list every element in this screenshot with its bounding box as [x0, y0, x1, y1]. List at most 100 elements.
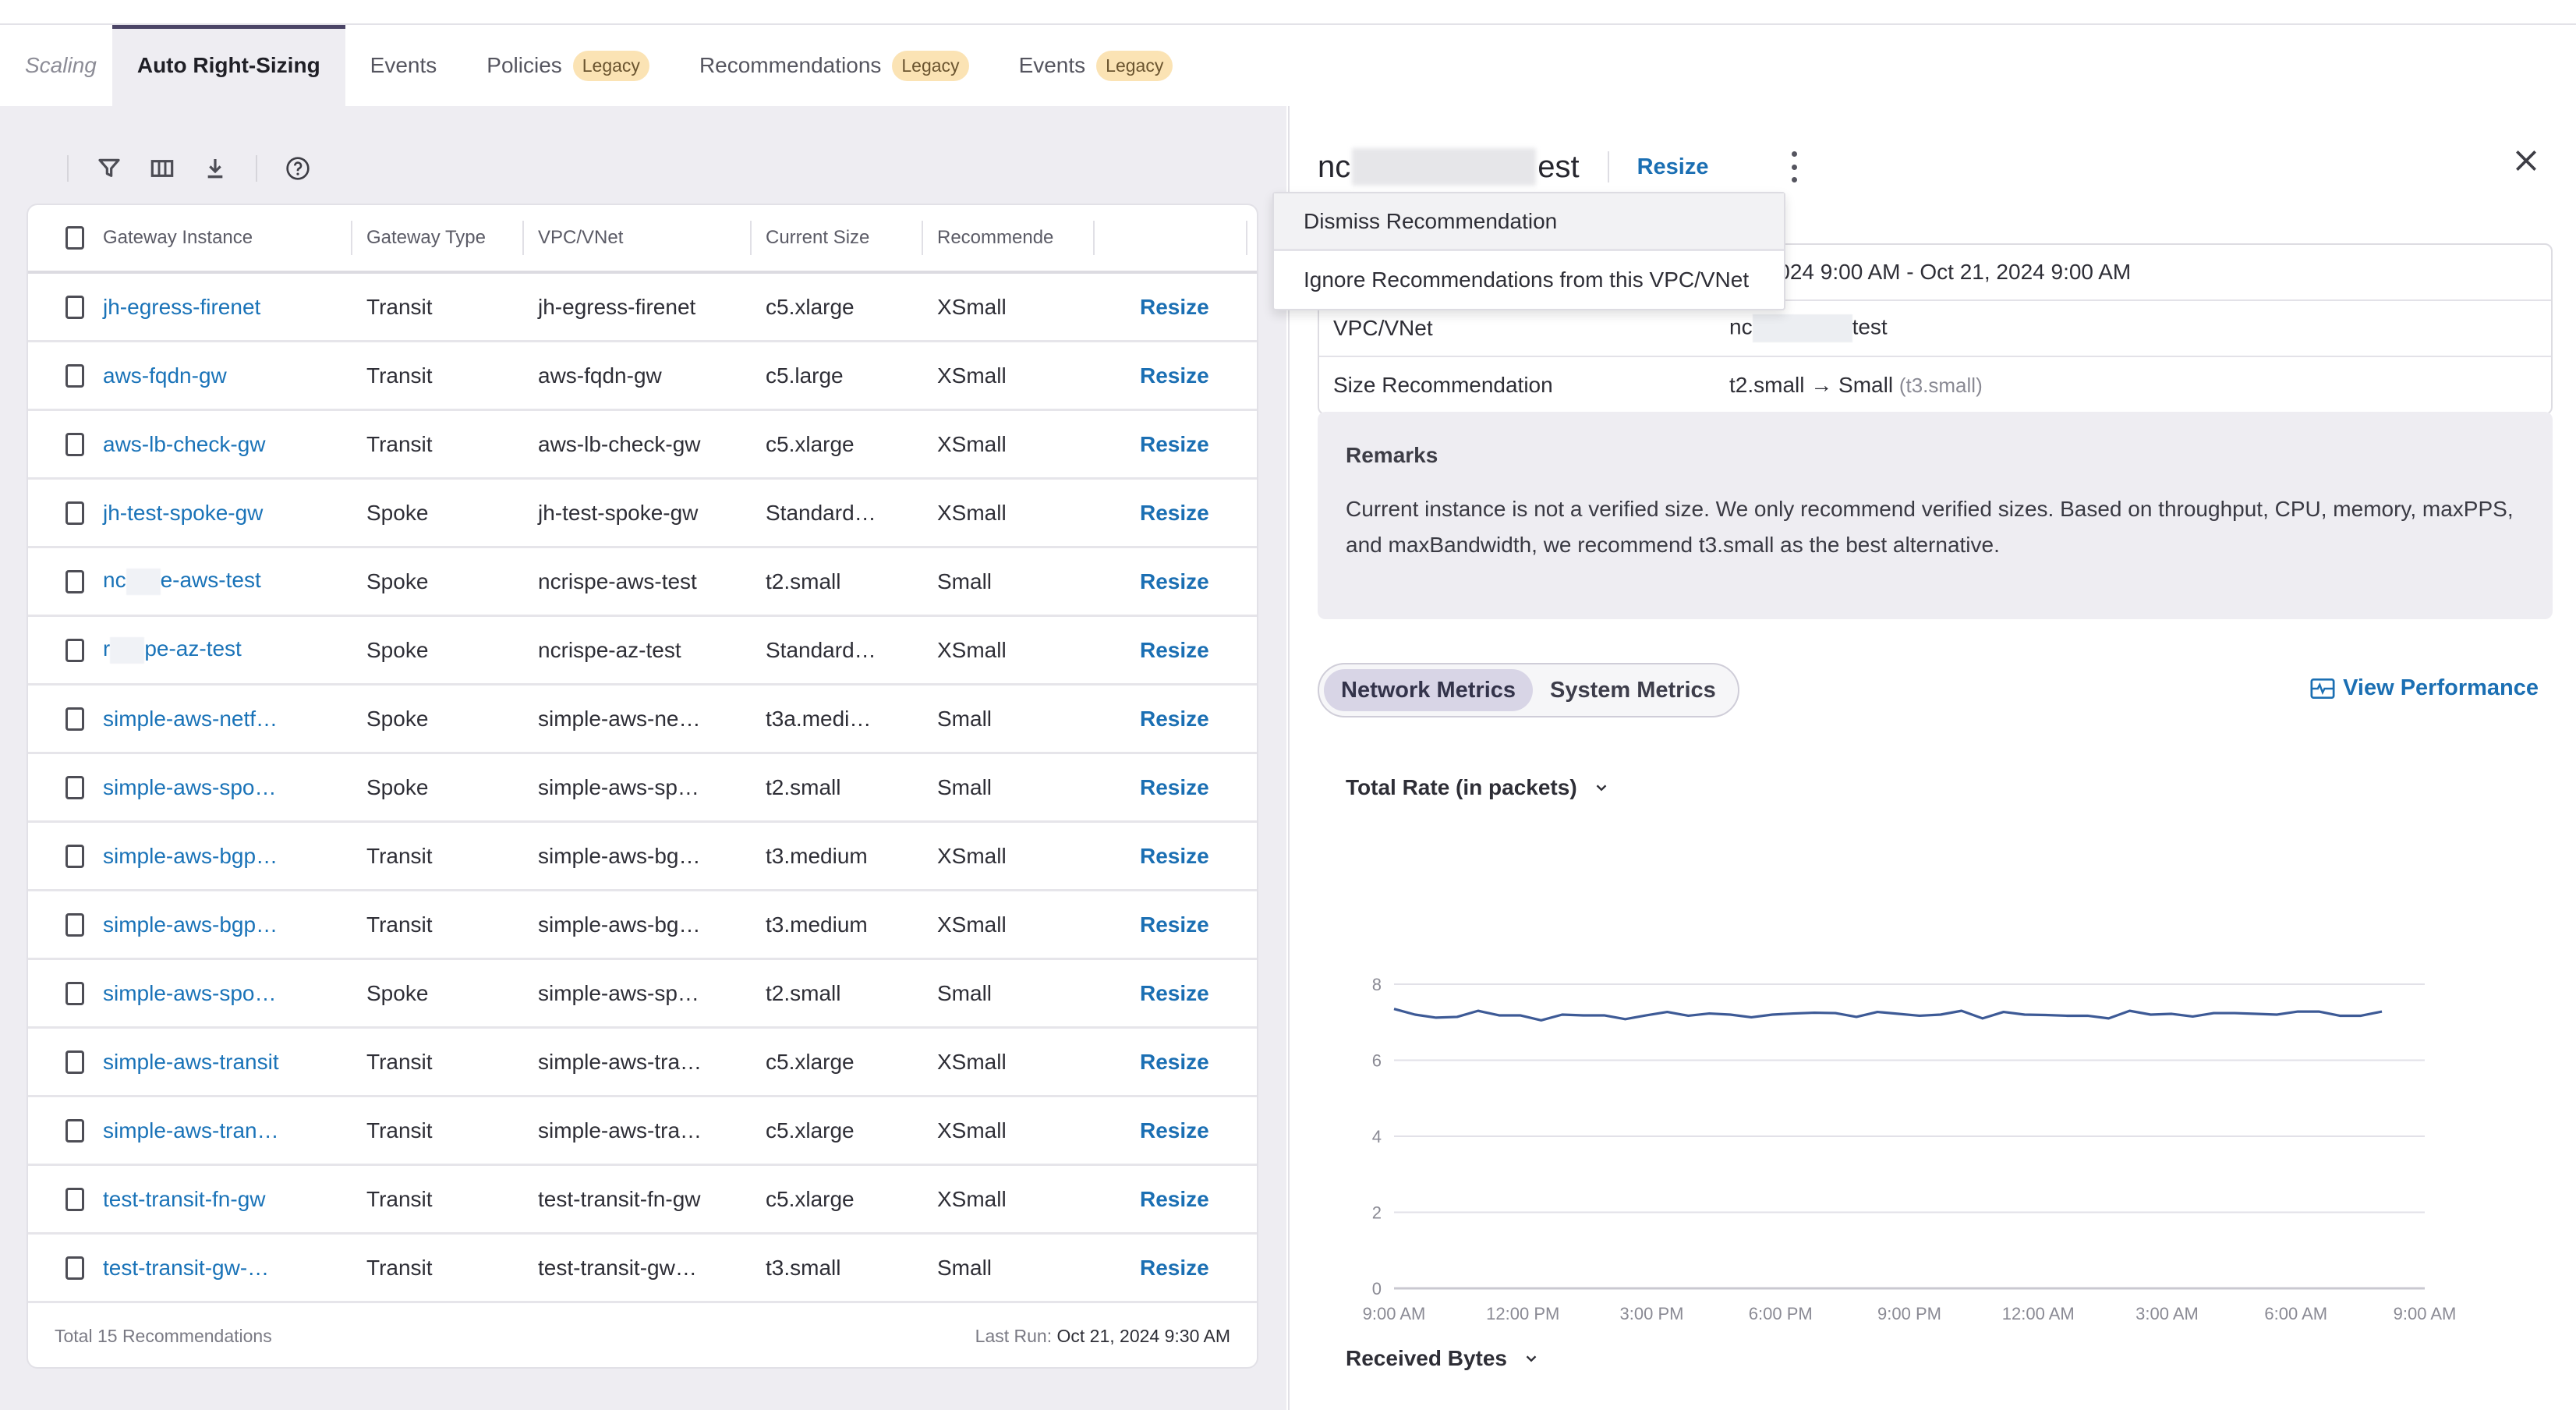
tab-recommendations-legacy[interactable]: Recommendations Legacy — [674, 25, 994, 106]
filter-icon — [98, 158, 120, 177]
row-checkbox[interactable] — [65, 638, 84, 662]
tab-bar: Scaling Auto Right-Sizing Events Policie… — [0, 25, 2576, 106]
gateway-type-cell: Transit — [366, 1186, 433, 1211]
row-checkbox[interactable] — [65, 844, 84, 868]
gateway-instance-link[interactable]: simple-aws-bgp… — [103, 912, 278, 937]
current-size-cell: c5.xlarge — [766, 1049, 855, 1074]
recommended-size-cell: XSmall — [937, 1118, 1007, 1143]
dismiss-recommendation-item[interactable]: Dismiss Recommendation — [1274, 193, 1784, 251]
gateway-type-cell: Transit — [366, 1118, 433, 1143]
help-button[interactable] — [281, 151, 315, 186]
vpc-cell: simple-aws-ne… — [538, 706, 701, 731]
resize-button[interactable]: Resize — [1140, 501, 1209, 525]
resize-button[interactable]: Resize — [1140, 775, 1209, 799]
current-size-cell: t3a.medi… — [766, 706, 872, 731]
table-footer: Total 15 Recommendations Last Run: Oct 2… — [28, 1303, 1257, 1367]
current-size-cell: t3.small — [766, 1255, 841, 1280]
column-header-gateway-instance[interactable]: Gateway Instance — [103, 221, 352, 255]
tab-policies-legacy[interactable]: Policies Legacy — [462, 25, 674, 106]
received-bytes-dropdown[interactable]: Received Bytes — [1346, 1346, 1540, 1371]
column-header-vpc-vnet[interactable]: VPC/VNet — [524, 221, 752, 255]
gateway-instance-link[interactable]: simple-aws-tran… — [103, 1118, 279, 1143]
x-tick-label: 6:00 AM — [2264, 1304, 2327, 1323]
gateway-instance-link[interactable]: jh-egress-firenet — [103, 295, 260, 319]
gateway-instance-link[interactable]: simple-aws-spo… — [103, 981, 277, 1005]
gateway-instance-link[interactable]: nc e-aws-test — [103, 568, 261, 595]
column-divider[interactable] — [1246, 221, 1247, 255]
gateway-instance-link[interactable]: simple-aws-bgp… — [103, 844, 278, 868]
resize-button[interactable]: Resize — [1140, 432, 1209, 456]
row-checkbox[interactable] — [65, 707, 84, 731]
row-checkbox[interactable] — [65, 1256, 84, 1280]
row-checkbox[interactable] — [65, 501, 84, 525]
gateway-instance-link[interactable]: jh-test-spoke-gw — [103, 501, 263, 525]
x-tick-label: 12:00 PM — [1486, 1304, 1559, 1323]
gateway-instance-link[interactable]: aws-fqdn-gw — [103, 363, 227, 388]
ignore-vpc-recommendations-item[interactable]: Ignore Recommendations from this VPC/VNe… — [1274, 251, 1784, 309]
resize-button[interactable]: Resize — [1140, 1256, 1209, 1280]
current-size-cell: c5.xlarge — [766, 1118, 855, 1143]
row-checkbox[interactable] — [65, 569, 84, 593]
column-header-recommended[interactable]: Recommende — [923, 221, 1095, 255]
select-all-checkbox[interactable] — [65, 226, 84, 250]
resize-button[interactable]: Resize — [1637, 154, 1709, 180]
gateway-instance-link[interactable]: test-transit-fn-gw — [103, 1187, 266, 1211]
table-row: simple-aws-spo… Spoke simple-aws-sp… t2.sma… — [28, 960, 1257, 1029]
kebab-dot — [1792, 151, 1797, 157]
row-checkbox[interactable] — [65, 363, 84, 388]
view-performance-link[interactable]: View Performance — [2310, 675, 2539, 701]
resize-button[interactable]: Resize — [1140, 363, 1209, 388]
gateway-instance-link[interactable]: r pe-az-test — [103, 636, 242, 664]
resize-button[interactable]: Resize — [1140, 295, 1209, 319]
gateway-type-cell: Transit — [366, 1255, 433, 1280]
total-rate-dropdown[interactable]: Total Rate (in packets) — [1346, 775, 1610, 800]
close-icon[interactable] — [2511, 145, 2542, 176]
resize-button[interactable]: Resize — [1140, 1187, 1209, 1211]
gateway-instance-link[interactable]: aws-lb-check-gw — [103, 432, 266, 456]
resize-button[interactable]: Resize — [1140, 1050, 1209, 1074]
kebab-dot — [1792, 164, 1797, 170]
recommended-size-cell: XSmall — [937, 294, 1007, 319]
row-checkbox[interactable] — [65, 432, 84, 456]
resize-button[interactable]: Resize — [1140, 912, 1209, 937]
gateway-instance-link[interactable]: simple-aws-transit — [103, 1050, 279, 1074]
tab-events[interactable]: Events — [345, 25, 462, 106]
resize-button[interactable]: Resize — [1140, 844, 1209, 868]
vpc-cell: test-transit-fn-gw — [538, 1186, 701, 1211]
redacted-text — [110, 636, 145, 664]
row-checkbox[interactable] — [65, 1187, 84, 1211]
vpc-cell: simple-aws-tra… — [538, 1118, 702, 1143]
system-metrics-tab[interactable]: System Metrics — [1533, 669, 1733, 711]
tab-label: Recommendations — [699, 53, 882, 77]
legacy-badge: Legacy — [892, 50, 969, 81]
row-checkbox[interactable] — [65, 1050, 84, 1074]
tab-events-legacy[interactable]: Events Legacy — [994, 25, 1198, 106]
column-header-current-size[interactable]: Current Size — [752, 221, 923, 255]
row-checkbox[interactable] — [65, 912, 84, 937]
resize-button[interactable]: Resize — [1140, 569, 1209, 593]
gateway-instance-link[interactable]: test-transit-gw-… — [103, 1256, 269, 1280]
download-button[interactable] — [198, 151, 232, 186]
gateway-type-cell: Transit — [366, 363, 433, 388]
column-header-gateway-type[interactable]: Gateway Type — [352, 221, 524, 255]
row-checkbox[interactable] — [65, 1118, 84, 1143]
gateway-instance-link[interactable]: simple-aws-netf… — [103, 707, 278, 731]
gateway-instance-link[interactable]: simple-aws-spo… — [103, 775, 277, 799]
filter-button[interactable] — [92, 151, 126, 186]
row-checkbox[interactable] — [65, 295, 84, 319]
network-metrics-tab[interactable]: Network Metrics — [1324, 669, 1534, 711]
resize-button[interactable]: Resize — [1140, 1118, 1209, 1143]
resize-button[interactable]: Resize — [1140, 638, 1209, 662]
columns-button[interactable] — [145, 151, 179, 186]
row-checkbox[interactable] — [65, 981, 84, 1005]
resize-button[interactable]: Resize — [1140, 707, 1209, 731]
table-body: jh-egress-firenet Transit jh-egress-firene… — [28, 274, 1257, 1303]
gateway-type-cell: Spoke — [366, 980, 429, 1005]
resize-button[interactable]: Resize — [1140, 981, 1209, 1005]
recommendations-table: Gateway Instance Gateway Type VPC/VNet C… — [27, 204, 1258, 1369]
x-tick-label: 9:00 AM — [2394, 1304, 2457, 1323]
tab-auto-right-sizing[interactable]: Auto Right-Sizing — [111, 25, 345, 106]
row-checkbox[interactable] — [65, 775, 84, 799]
table-row: simple-aws-bgp… Transit simple-aws-bg… t3.m… — [28, 823, 1257, 891]
more-options-button[interactable] — [1787, 151, 1803, 182]
